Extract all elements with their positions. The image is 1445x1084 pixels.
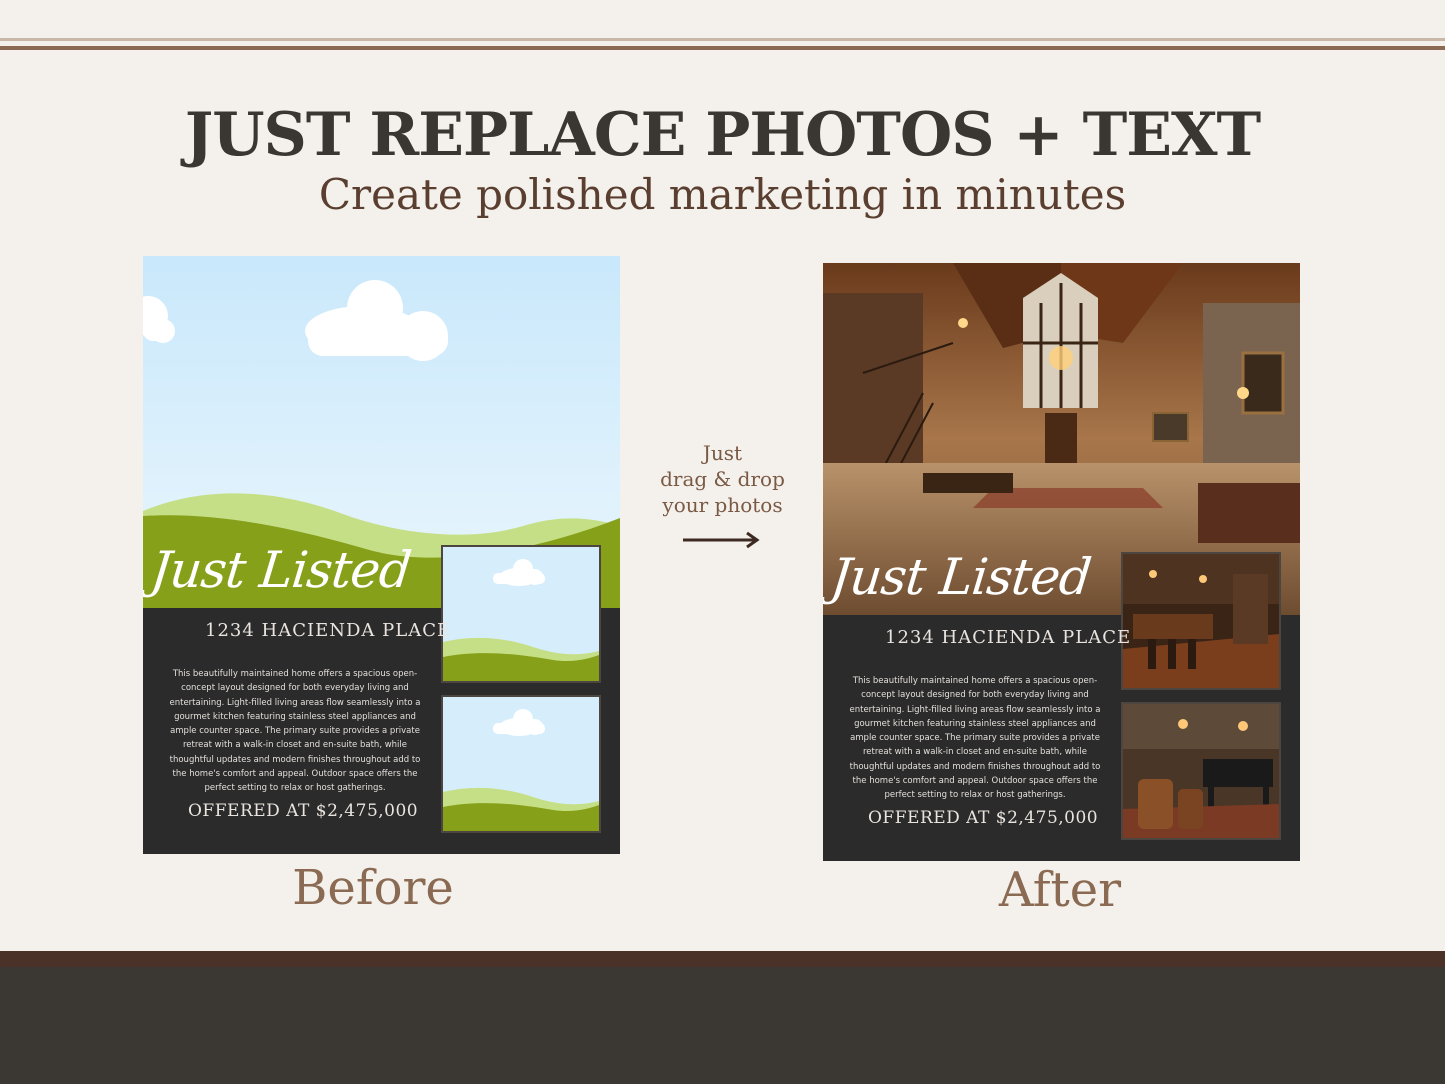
placeholder-thumb-1[interactable] <box>441 545 601 683</box>
after-flyer: Just Listed 1234 HACIENDA PLACE This bea… <box>823 263 1300 861</box>
bar-photo-icon <box>1123 554 1279 688</box>
flyer-address: 1234 HACIENDA PLACE <box>885 627 1132 648</box>
drag-line-3: your photos <box>662 493 783 517</box>
flyer-address: 1234 HACIENDA PLACE <box>205 620 452 641</box>
thumb-photo-bar[interactable] <box>1121 552 1281 690</box>
flyer-script-title: Just Listed <box>147 541 414 599</box>
drag-line-1: Just <box>702 441 743 465</box>
placeholder-thumb-2[interactable] <box>441 695 601 833</box>
flyer-description: This beautifully maintained home offers … <box>849 676 1101 801</box>
before-label: Before <box>292 860 454 916</box>
flyer-description: This beautifully maintained home offers … <box>169 669 421 794</box>
game-room-photo-icon <box>1123 704 1279 838</box>
flyer-script-title: Just Listed <box>827 548 1094 606</box>
footer-bar <box>0 967 1445 1084</box>
top-divider-thick <box>0 46 1445 50</box>
before-flyer: Just Listed 1234 HACIENDA PLACE This bea… <box>143 256 620 854</box>
top-divider-thin <box>0 38 1445 41</box>
right-arrow-icon <box>683 531 760 549</box>
landscape-placeholder-icon <box>443 697 599 831</box>
after-label: After <box>998 862 1122 918</box>
flyer-price: OFFERED AT $2,475,000 <box>868 808 1099 828</box>
flyer-price: OFFERED AT $2,475,000 <box>188 801 419 821</box>
drag-drop-instruction: Just drag & drop your photos <box>640 440 805 518</box>
page-title: JUST REPLACE PHOTOS + TEXT <box>184 100 1261 170</box>
page-subtitle: Create polished marketing in minutes <box>318 170 1127 219</box>
drag-line-2: drag & drop <box>660 467 785 491</box>
thumb-photo-game-room[interactable] <box>1121 702 1281 840</box>
landscape-placeholder-icon <box>443 547 599 681</box>
footer-accent-band <box>0 951 1445 967</box>
